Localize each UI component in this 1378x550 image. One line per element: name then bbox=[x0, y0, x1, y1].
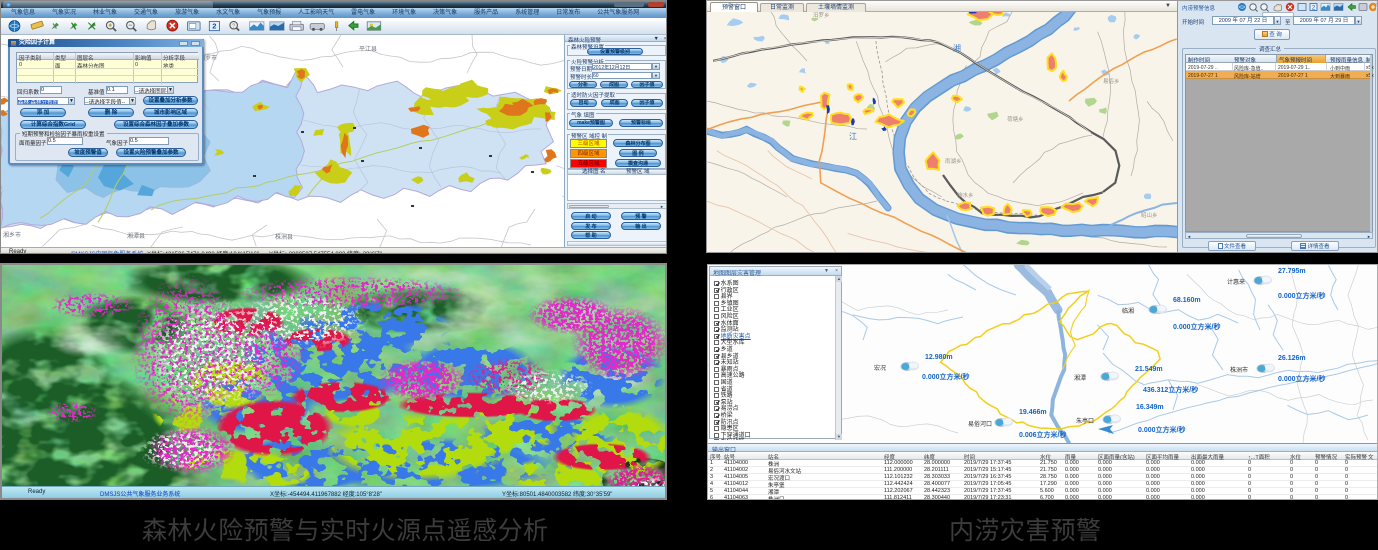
svg-text:江: 江 bbox=[849, 132, 857, 141]
svg-text:湘潭县: 湘潭县 bbox=[127, 232, 145, 240]
svg-text:荷塘乡: 荷塘乡 bbox=[1007, 115, 1024, 123]
svg-text:响水乡: 响水乡 bbox=[957, 191, 974, 199]
svg-text:雨湖乡: 雨湖乡 bbox=[945, 157, 962, 165]
svg-text:湘乡市: 湘乡市 bbox=[3, 231, 21, 239]
svg-text:平江县: 平江县 bbox=[359, 46, 377, 53]
svg-text:2: 2 bbox=[212, 22, 216, 31]
svg-text:昭山乡: 昭山乡 bbox=[1141, 211, 1158, 219]
svg-text:湘: 湘 bbox=[953, 43, 961, 53]
svg-text:易俗乡: 易俗乡 bbox=[1103, 77, 1120, 85]
svg-text:株洲县: 株洲县 bbox=[275, 233, 293, 241]
